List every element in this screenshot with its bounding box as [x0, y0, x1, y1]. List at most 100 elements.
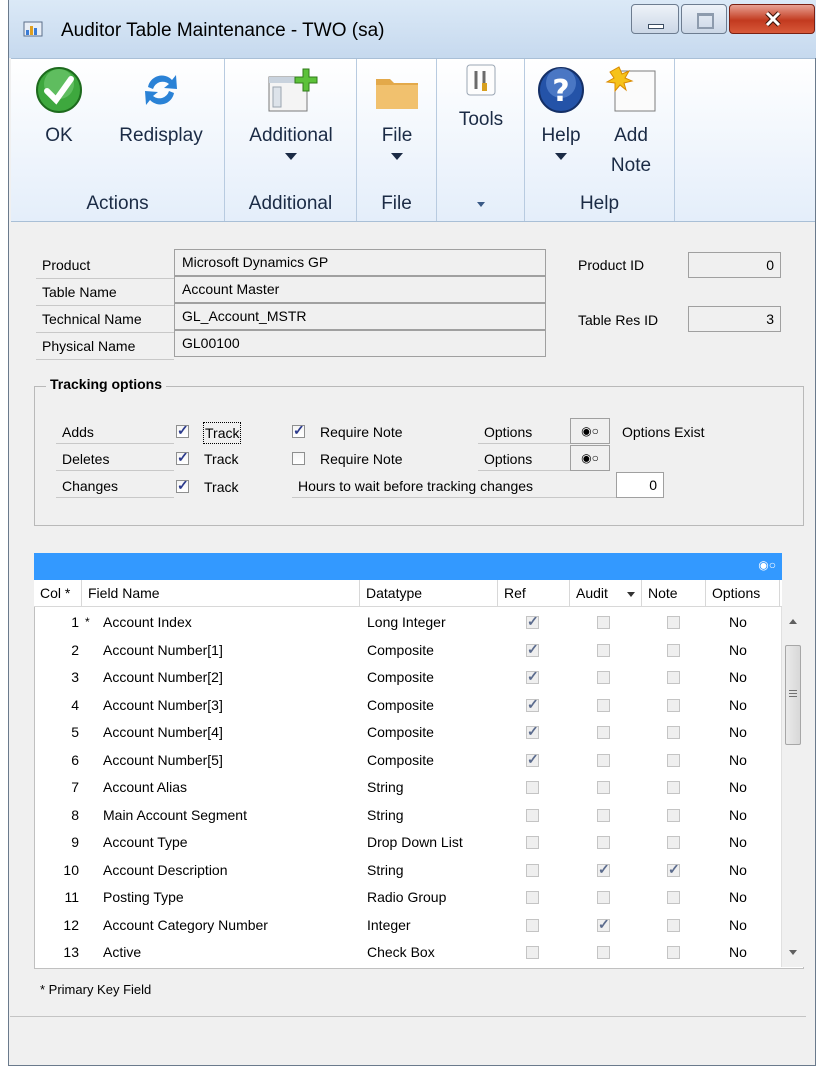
deletes-require-note-checkbox[interactable] [292, 452, 305, 465]
help-button[interactable]: ? Help [533, 65, 589, 160]
options-cell: No [729, 696, 747, 713]
note-checkbox[interactable] [667, 918, 680, 932]
table-row[interactable]: 8 Main Account Segment String No [35, 802, 781, 830]
table-row[interactable]: 10 Account Description String No [35, 857, 781, 885]
ref-checkbox[interactable] [526, 723, 539, 740]
ref-checkbox[interactable] [526, 918, 539, 932]
options-header[interactable]: Options [706, 580, 780, 607]
table-row[interactable]: 5 Account Number[4] Composite No [35, 719, 781, 747]
additional-button[interactable]: Additional [233, 67, 349, 160]
help-dropdown-arrow-icon [555, 153, 567, 160]
note-checkbox[interactable] [667, 808, 680, 822]
redisplay-button[interactable]: Redisplay [109, 65, 213, 151]
ref-checkbox[interactable] [526, 696, 539, 713]
note-header[interactable]: Note [642, 580, 706, 607]
scroll-down-icon[interactable] [788, 949, 798, 957]
minimize-button[interactable] [631, 4, 679, 34]
audit-header[interactable]: Audit [570, 580, 642, 607]
primary-key-marker [85, 692, 95, 719]
table-row[interactable]: 7 Account Alias String No [35, 774, 781, 802]
table-row[interactable]: 3 Account Number[2] Composite No [35, 664, 781, 692]
audit-checkbox[interactable] [597, 726, 610, 739]
ref-checkbox[interactable] [526, 641, 539, 658]
note-checkbox[interactable] [667, 891, 680, 904]
table-row[interactable]: 2 Account Number[1] Composite No [35, 637, 781, 665]
adds-label: Adds [56, 420, 174, 444]
datatype-cell: String [367, 779, 404, 795]
deletes-track-checkbox[interactable] [176, 449, 189, 466]
adds-require-note-checkbox[interactable] [292, 422, 305, 439]
adds-track-checkbox[interactable] [176, 422, 189, 439]
primary-key-marker [85, 719, 95, 746]
file-button[interactable]: File [367, 67, 427, 160]
ref-header[interactable]: Ref [498, 580, 570, 607]
col-header[interactable]: Col * [34, 580, 82, 607]
ref-checkbox[interactable] [526, 751, 539, 768]
note-checkbox[interactable] [667, 616, 680, 629]
hours-to-wait-field[interactable]: 0 [616, 472, 664, 498]
title-bar[interactable]: Auditor Table Maintenance - TWO (sa) [9, 0, 816, 58]
product-label: Product [36, 252, 174, 279]
audit-checkbox[interactable] [597, 861, 610, 878]
ok-button[interactable]: OK [31, 65, 87, 151]
table-row[interactable]: 12 Account Category Number Integer No [35, 912, 781, 940]
file-folder-icon [376, 79, 418, 109]
note-checkbox[interactable] [667, 836, 680, 849]
audit-checkbox[interactable] [597, 891, 610, 904]
note-checkbox[interactable] [667, 946, 680, 959]
primary-key-marker [85, 802, 95, 829]
note-checkbox[interactable] [667, 861, 680, 878]
deletes-options-button[interactable]: ◉○ [570, 445, 610, 471]
note-checkbox[interactable] [667, 698, 680, 712]
ref-checkbox[interactable] [526, 946, 539, 959]
audit-checkbox[interactable] [597, 836, 610, 849]
note-checkbox[interactable] [667, 671, 680, 684]
product-id-field: 0 [688, 252, 781, 278]
adds-require-note-label: Require Note [320, 424, 403, 440]
datatype-header[interactable]: Datatype [360, 580, 498, 607]
ref-checkbox[interactable] [526, 668, 539, 685]
changes-track-checkbox[interactable] [176, 477, 189, 494]
note-checkbox[interactable] [667, 726, 680, 739]
audit-checkbox[interactable] [597, 781, 610, 794]
ref-checkbox[interactable] [526, 836, 539, 849]
ref-checkbox[interactable] [526, 613, 539, 630]
table-row[interactable]: 4 Account Number[3] Composite No [35, 692, 781, 720]
audit-checkbox[interactable] [597, 916, 610, 933]
audit-checkbox[interactable] [597, 753, 610, 767]
note-checkbox[interactable] [667, 753, 680, 767]
ref-checkbox[interactable] [526, 781, 539, 794]
audit-checkbox[interactable] [597, 643, 610, 657]
col-number: 4 [71, 696, 79, 713]
table-row[interactable]: 6 Account Number[5] Composite No [35, 747, 781, 775]
ref-checkbox[interactable] [526, 808, 539, 822]
adds-options-button[interactable]: ◉○ [570, 418, 610, 444]
grid-expand-icon[interactable]: ◉○ [758, 558, 776, 572]
note-checkbox[interactable] [667, 643, 680, 657]
audit-checkbox[interactable] [597, 671, 610, 684]
audit-checkbox[interactable] [597, 616, 610, 629]
scrollbar-thumb[interactable] [785, 645, 801, 745]
table-row[interactable]: 11 Posting Type Radio Group No [35, 884, 781, 912]
audit-checkbox[interactable] [597, 946, 610, 959]
ref-checkbox[interactable] [526, 863, 539, 877]
ref-checkbox[interactable] [526, 891, 539, 904]
scroll-up-icon[interactable] [788, 617, 798, 625]
table-row[interactable]: 9 Account Type Drop Down List No [35, 829, 781, 857]
technical-name-label: Technical Name [36, 306, 174, 333]
tools-expand-arrow-icon[interactable] [476, 202, 485, 207]
grid-scrollbar[interactable] [781, 607, 804, 967]
table-row[interactable]: 13 Active Check Box No [35, 939, 781, 967]
audit-checkbox[interactable] [597, 698, 610, 712]
options-cell: No [729, 916, 747, 933]
field-name-header[interactable]: Field Name [82, 580, 360, 607]
maximize-button[interactable] [681, 4, 727, 34]
deletes-require-note-label: Require Note [320, 451, 403, 467]
close-button[interactable] [729, 4, 815, 34]
note-checkbox[interactable] [667, 781, 680, 794]
add-note-button[interactable]: Add Note [595, 65, 667, 181]
audit-checkbox[interactable] [597, 808, 610, 822]
tools-button[interactable]: Tools [451, 63, 511, 135]
datatype-cell: Composite [367, 724, 434, 740]
table-row[interactable]: 1 * Account Index Long Integer No [35, 609, 781, 637]
